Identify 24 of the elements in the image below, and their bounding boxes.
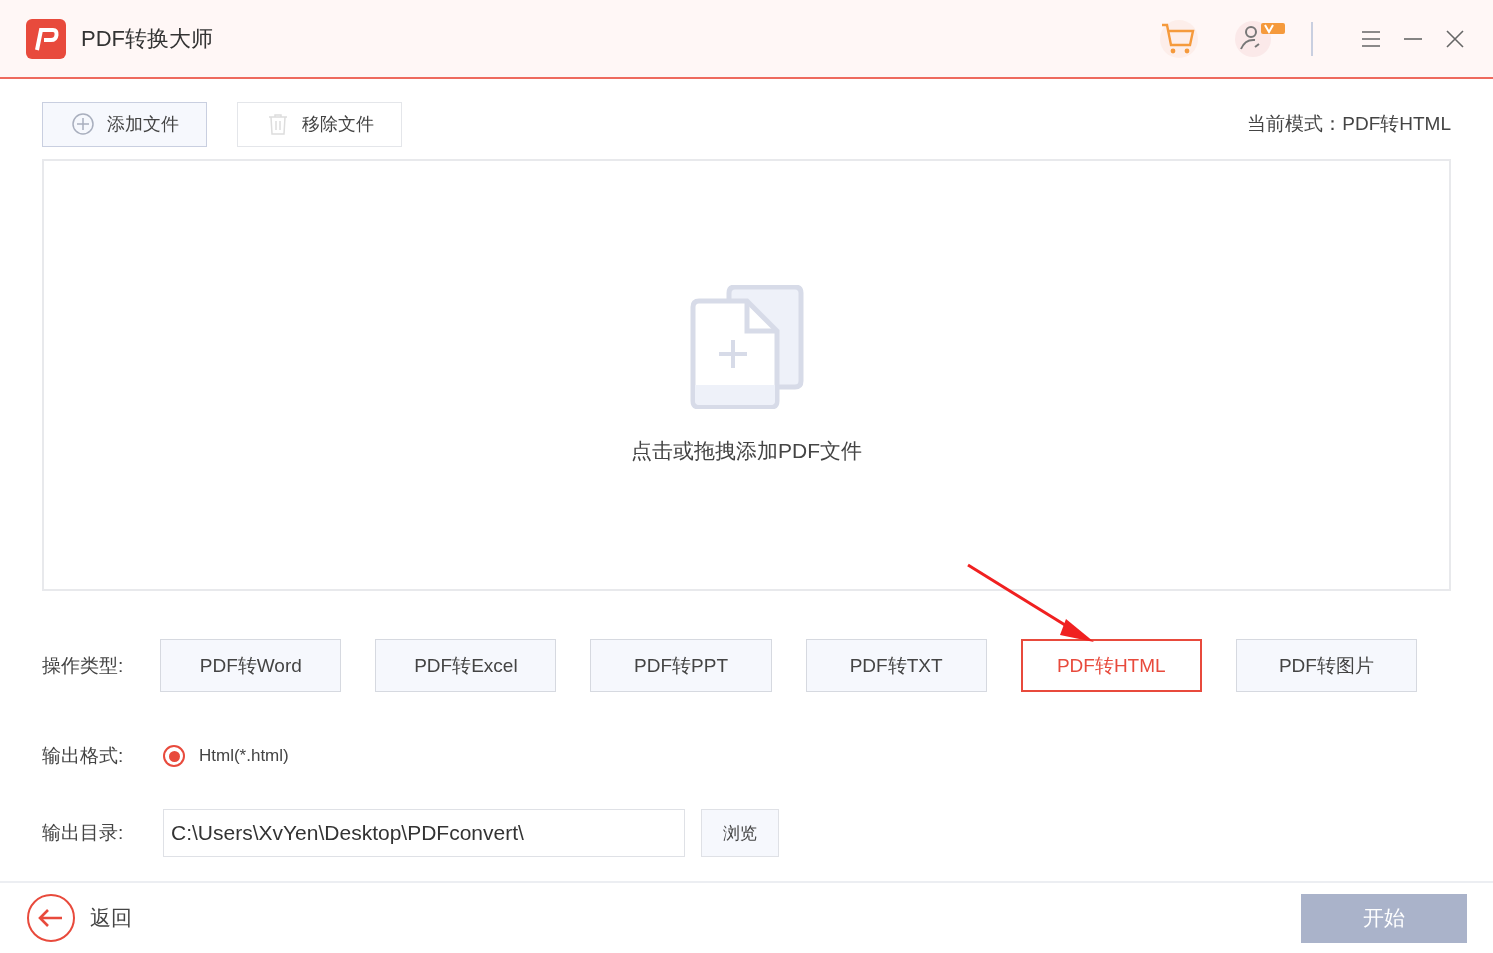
add-document-icon [688, 285, 805, 409]
drop-area[interactable]: 点击或拖拽添加PDF文件 [42, 159, 1451, 591]
window-title: PDF转换大师 [81, 24, 213, 53]
output-format-label: 输出格式: [42, 744, 125, 768]
conversion-option[interactable]: PDF转HTML [1020, 639, 1202, 692]
remove-file-button[interactable]: 移除文件 [237, 101, 402, 147]
current-mode-label: 当前模式：PDF转HTML [1247, 112, 1451, 136]
drop-hint: 点击或拖拽添加PDF文件 [631, 438, 862, 464]
browse-button[interactable]: 浏览 [701, 809, 779, 857]
add-file-button[interactable]: 添加文件 [42, 101, 207, 147]
plus-circle-icon [70, 112, 95, 136]
conversion-option[interactable]: PDF转图片 [1235, 639, 1417, 692]
output-directory-label: 输出目录: [42, 821, 125, 845]
back-button[interactable]: 返回 [26, 893, 132, 943]
conversion-option[interactable]: PDF转Word [160, 639, 342, 692]
cart-icon[interactable] [1159, 18, 1199, 59]
radio-button[interactable] [163, 745, 185, 767]
format-option-label: Html(*.html) [199, 746, 289, 766]
output-path-field[interactable]: C:\Users\XvYen\Desktop\PDFconvert\ [163, 809, 685, 857]
conversion-option[interactable]: PDF转PPT [590, 639, 772, 692]
operation-type-label: 操作类型: [42, 653, 125, 678]
conversion-option[interactable]: PDF转TXT [805, 639, 987, 692]
conversion-option[interactable]: PDF转Excel [375, 639, 557, 692]
app-logo-icon [26, 18, 66, 59]
